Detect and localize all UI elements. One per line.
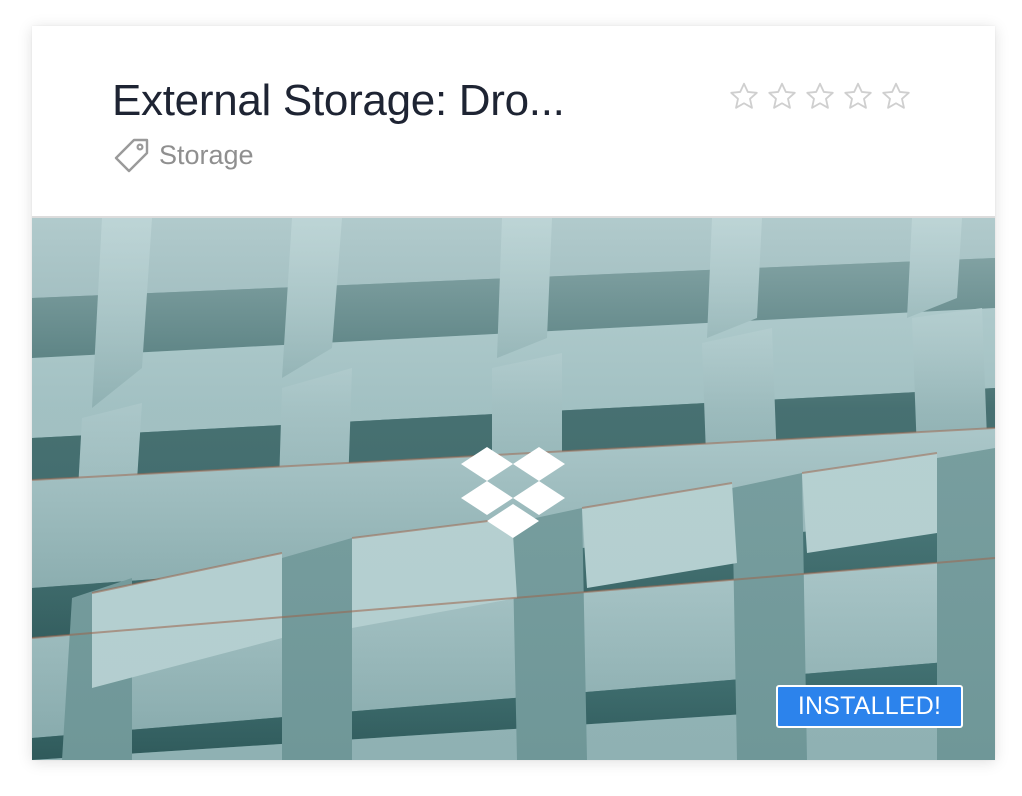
dropbox-icon: [461, 447, 565, 538]
app-hero-image[interactable]: INSTALLED!: [32, 218, 995, 760]
tag-icon: [114, 137, 159, 173]
star-icon-5[interactable]: [877, 80, 915, 114]
app-title[interactable]: External Storage: Dro...: [112, 76, 565, 126]
star-icon-4[interactable]: [839, 80, 877, 114]
app-card[interactable]: External Storage: Dro... Storage INSTALL…: [32, 26, 995, 760]
star-rating[interactable]: [725, 80, 915, 114]
star-icon-2[interactable]: [763, 80, 801, 114]
category-label: Storage: [159, 139, 254, 170]
installed-status-badge[interactable]: INSTALLED!: [776, 685, 963, 728]
app-card-header: External Storage: Dro... Storage: [32, 26, 995, 218]
category-link[interactable]: Storage: [114, 137, 254, 173]
star-icon-3[interactable]: [801, 80, 839, 114]
star-icon-1[interactable]: [725, 80, 763, 114]
